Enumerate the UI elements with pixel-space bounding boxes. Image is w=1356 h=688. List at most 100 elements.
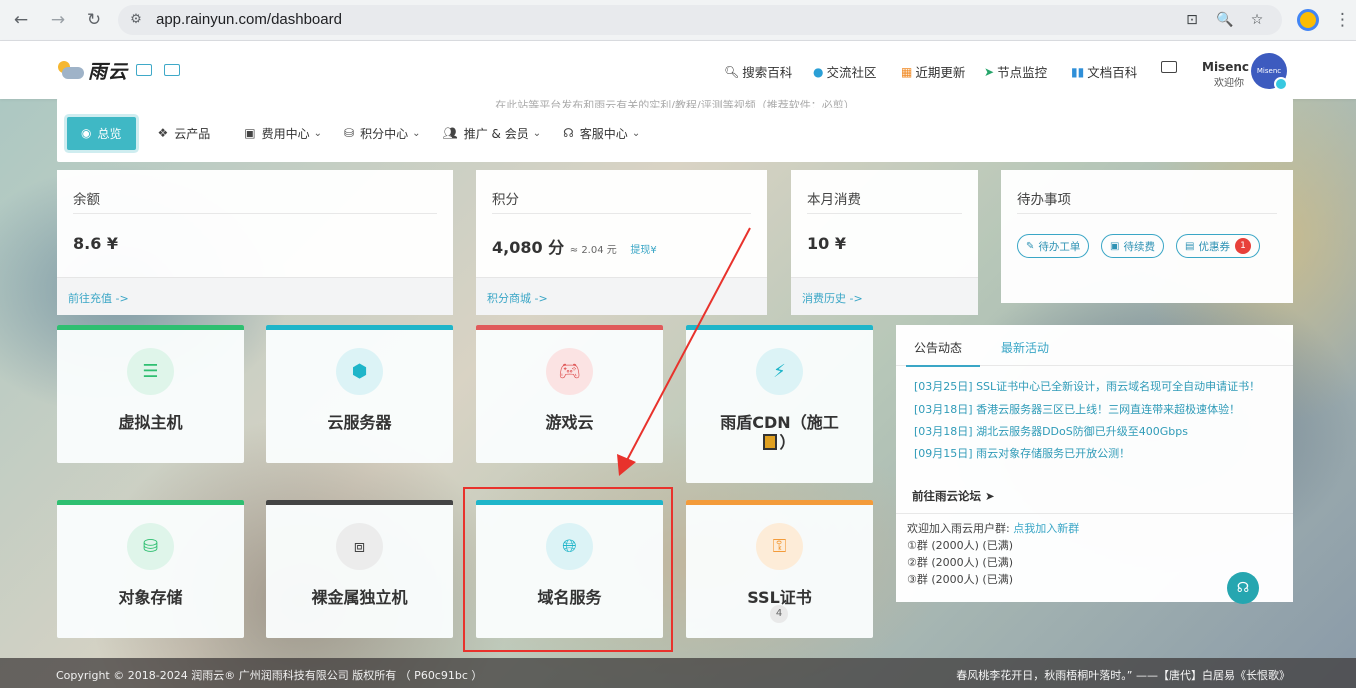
support-headset-icon[interactable]: ☊ <box>1227 572 1259 604</box>
monthly-spend-card: 本月消费 10 ¥ 消费历史 -> <box>791 170 978 315</box>
recharge-link[interactable]: 前往充值 -> <box>68 290 129 306</box>
nav-docs[interactable]: ▮▮ 文档百科 <box>1071 62 1137 81</box>
card-accent-bar <box>57 325 244 330</box>
divider <box>1017 213 1277 214</box>
nav-search[interactable]: 🔍︎ 搜索百科 <box>724 62 792 81</box>
browser-menu-icon[interactable]: ⋮ <box>1334 8 1351 32</box>
tab-referral[interactable]: 👥︎ 推广 & 会员 ⌄ <box>433 117 552 150</box>
zoom-icon[interactable]: 🔍 <box>1215 10 1235 30</box>
notice-text: 在此站等平台发布和雨云有关的实利/教程/评测等视频（推荐软件：必剪） <box>495 99 855 108</box>
points-title: 积分 <box>492 192 519 208</box>
dashboard-icon: ◉ <box>81 126 92 140</box>
withdraw-link[interactable]: 提现¥ <box>630 245 656 256</box>
browser-toolbar: ← → ↻ ⚙ app.rainyun.com/dashboard ⊡ 🔍 ☆ … <box>0 0 1356 41</box>
tab-overview[interactable]: ◉ 总览 <box>67 116 136 150</box>
cube-icon: ⬢ <box>336 348 383 395</box>
product-card-object-storage[interactable]: ⛁ 对象存储 <box>57 500 244 638</box>
tab-support[interactable]: ☊ 客服中心 ⌄ <box>553 117 650 150</box>
money-icon: ▣ <box>244 126 256 140</box>
id-card-icon[interactable] <box>164 64 181 76</box>
monthly-title: 本月消费 <box>807 192 861 208</box>
announcement-tabs: 公告动态 最新活动 <box>896 325 1293 367</box>
user-greeting: 欢迎你 <box>1214 78 1244 89</box>
mail-icon[interactable] <box>1161 61 1177 73</box>
divider <box>492 213 751 214</box>
nav-community-label: 交流社区 <box>826 65 877 80</box>
points-mall-link[interactable]: 积分商城 -> <box>487 290 548 306</box>
card-accent-bar <box>686 500 873 505</box>
tab-points[interactable]: ⛁ 积分中心 ⌄ <box>334 117 430 150</box>
bookmark-star-icon[interactable]: ☆ <box>1247 10 1267 30</box>
reload-icon[interactable]: ↻ <box>81 7 107 33</box>
tab-latest-events[interactable]: 最新活动 <box>1001 339 1049 356</box>
avatar-cloud-badge-icon <box>1274 77 1288 91</box>
nav-community[interactable]: ● 交流社区 <box>813 62 877 81</box>
product-card-bare-metal[interactable]: ⧈ 裸金属独立机 <box>266 500 453 638</box>
announcement-panel: 公告动态 最新活动 [03月25日] SSL证书中心已全新设计，雨云域名现可全自… <box>896 325 1293 602</box>
brand-name: 雨云 <box>88 60 129 83</box>
product-label: 云服务器 <box>327 413 392 432</box>
product-card-cdn[interactable]: ⚡︎ 雨盾CDN（施工 ） <box>686 325 873 483</box>
product-card-ssl[interactable]: ⚿ SSL证书 4 <box>686 500 873 638</box>
install-app-icon[interactable]: ⊡ <box>1182 10 1202 30</box>
headset-icon: ☊ <box>563 126 574 140</box>
poem-text: 春风桃李花开日，秋雨梧桐叶落时。” ——【唐代】白居易《长恨歌》 <box>956 669 1290 682</box>
paper-plane-icon: ➤ <box>984 64 995 79</box>
book-icon: ▮▮ <box>1071 64 1085 79</box>
tab-billing[interactable]: ▣ 费用中心 ⌄ <box>234 117 332 150</box>
chevron-down-icon: ⌄ <box>631 127 641 139</box>
site-logo[interactable]: 雨云 <box>56 57 181 83</box>
ssl-count-badge: 4 <box>770 605 788 623</box>
product-label-suffix: ） <box>779 433 796 452</box>
cubes-icon: ❖ <box>157 126 169 140</box>
site-settings-icon[interactable]: ⚙ <box>127 11 145 29</box>
announcement-item[interactable]: [09月15日] 雨云对象存储服务已开放公测！ <box>914 445 1130 461</box>
database-icon: ⛁ <box>127 523 174 570</box>
money-icon: ▣ <box>1110 240 1120 252</box>
highlight-box <box>463 487 673 652</box>
address-bar[interactable]: ⚙ app.rainyun.com/dashboard ⊡ 🔍 ☆ <box>118 5 1282 35</box>
user-name[interactable]: Misenc <box>1202 60 1249 74</box>
balance-card: 余额 8.6 ¥ 前往充值 -> <box>57 170 453 315</box>
server-icon: ☰ <box>127 348 174 395</box>
coupon-count-badge: 1 <box>1234 238 1251 254</box>
tab-support-label: 客服中心 <box>579 126 628 141</box>
image-icon[interactable] <box>136 64 153 76</box>
extension-icon[interactable] <box>1297 9 1319 31</box>
product-card-virtual-host[interactable]: ☰ 虚拟主机 <box>57 325 244 463</box>
nav-panel: 在此站等平台发布和雨云有关的实利/教程/评测等视频（推荐软件：必剪） ◉ 总览 ❖… <box>57 98 1293 162</box>
construction-sign-icon <box>763 434 778 450</box>
qq-group-item: ①群 (2000人) (已满) <box>907 539 1014 552</box>
back-arrow-icon[interactable]: ← <box>8 7 34 33</box>
nav-monitor[interactable]: ➤ 节点监控 <box>984 62 1047 81</box>
product-label-line2: ） <box>686 429 873 453</box>
announcement-item[interactable]: [03月18日] 香港云服务器三区已上线！三网直连带来超极速体验！ <box>914 401 1240 417</box>
pending-tickets-button[interactable]: ✎ 待办工单 <box>1017 234 1090 258</box>
key-icon: ⚿ <box>756 523 803 570</box>
tab-announcements[interactable]: 公告动态 <box>905 339 981 367</box>
forum-link[interactable]: 前往雨云论坛 ➤ <box>912 488 995 504</box>
nav-search-label: 搜索百科 <box>742 65 793 80</box>
coins-icon: ⛁ <box>344 126 355 140</box>
spend-history-link[interactable]: 消费历史 -> <box>802 290 863 306</box>
balance-value: 8.6 ¥ <box>73 234 119 253</box>
product-label: 游戏云 <box>545 413 594 432</box>
product-card-cloud-server[interactable]: ⬢ 云服务器 <box>266 325 453 463</box>
chevron-down-icon: ⌄ <box>313 127 323 139</box>
coupons-button[interactable]: ▤ 优惠券 1 <box>1176 234 1260 258</box>
tab-cloud-products-label: 云产品 <box>174 126 211 141</box>
card-accent-bar <box>686 325 873 330</box>
pencil-icon: ✎ <box>1026 240 1035 252</box>
tab-cloud-products[interactable]: ❖ 云产品 <box>148 117 221 150</box>
main-tabs: ◉ 总览 ❖ 云产品 ▣ 费用中心 ⌄ ⛁ 积分中心 ⌄ 👥︎ 推广 & 会员 ⌄ ☊ 客服中心 ⌄ <box>57 115 650 151</box>
points-value-row: 4,080 分 ≈ 2.04 元 提现¥ <box>492 234 657 258</box>
card-accent-bar <box>476 325 663 330</box>
forward-arrow-icon[interactable]: → <box>45 7 71 33</box>
pending-renewal-button[interactable]: ▣ 待续费 <box>1101 234 1164 258</box>
product-card-game-cloud[interactable]: 🎮︎ 游戏云 <box>476 325 663 463</box>
url-text[interactable]: app.rainyun.com/dashboard <box>156 11 342 28</box>
announcement-item[interactable]: [03月18日] 湖北云服务器DDoS防御已升级至400Gbps <box>914 423 1188 439</box>
announcement-item[interactable]: [03月25日] SSL证书中心已全新设计，雨云域名现可全自动申请证书！ <box>914 378 1260 394</box>
nav-updates[interactable]: ▦ 近期更新 <box>901 62 965 81</box>
join-group-link[interactable]: 点我加入新群 <box>1013 522 1079 535</box>
